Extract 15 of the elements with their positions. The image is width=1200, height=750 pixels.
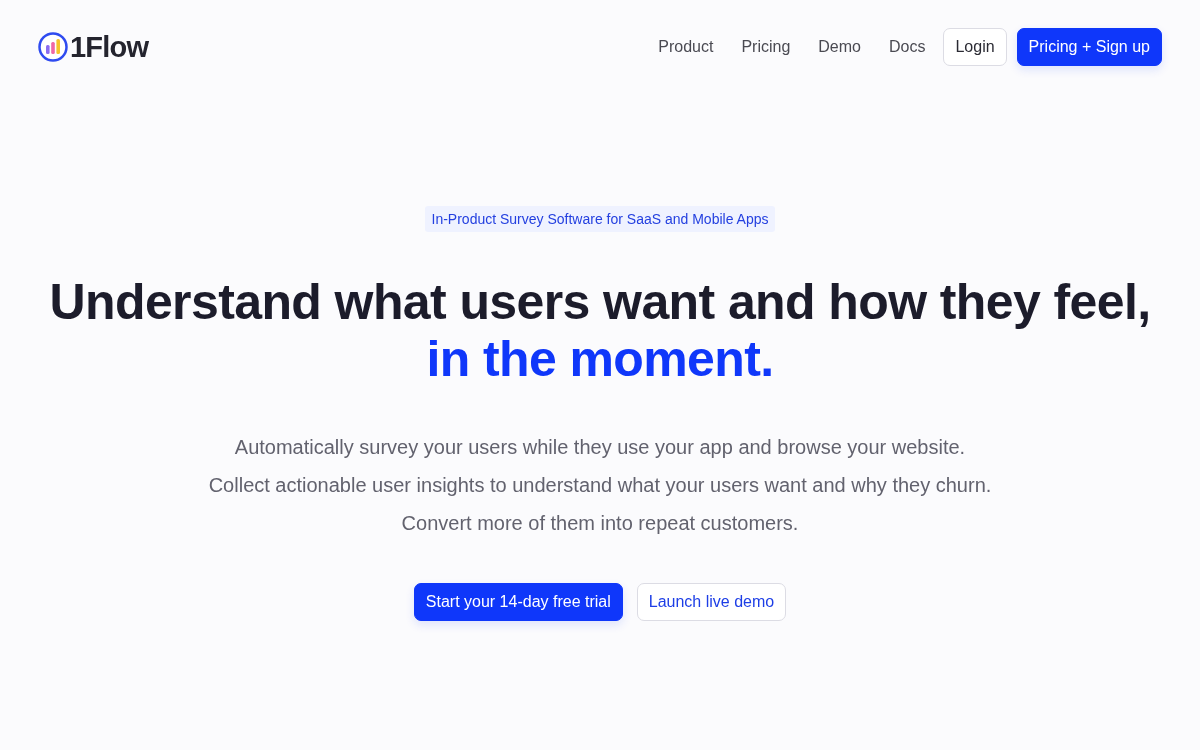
logo-bar-chart-icon <box>38 32 68 62</box>
nav-link[interactable]: Docs <box>889 38 926 56</box>
logo-wordmark[interactable]: 1Flow <box>70 30 149 64</box>
primary-button[interactable]: Start your 14-day free trial <box>413 583 623 621</box>
hero-description: Convert more of them into repeat customers. <box>401 511 799 536</box>
hero-description: Collect actionable user insights to understand what your users want and why they churn. <box>208 473 992 498</box>
tagline-badge: In-Product Survey Software for SaaS and Mobile Apps <box>424 206 776 232</box>
hero-description: Automatically survey your users while they use your app and browse your website. <box>234 435 966 460</box>
hero-headline: Understand what users want and how they feel, in the moment. <box>49 274 1151 388</box>
nav-link[interactable]: Product <box>658 38 714 56</box>
nav-link[interactable]: Pricing <box>741 38 791 56</box>
nav-link[interactable]: Demo <box>818 38 861 56</box>
outline-button[interactable]: Login <box>943 28 1007 66</box>
outline-button[interactable]: Launch live demo <box>636 583 787 621</box>
primary-button[interactable]: Pricing + Sign up <box>1016 28 1162 66</box>
